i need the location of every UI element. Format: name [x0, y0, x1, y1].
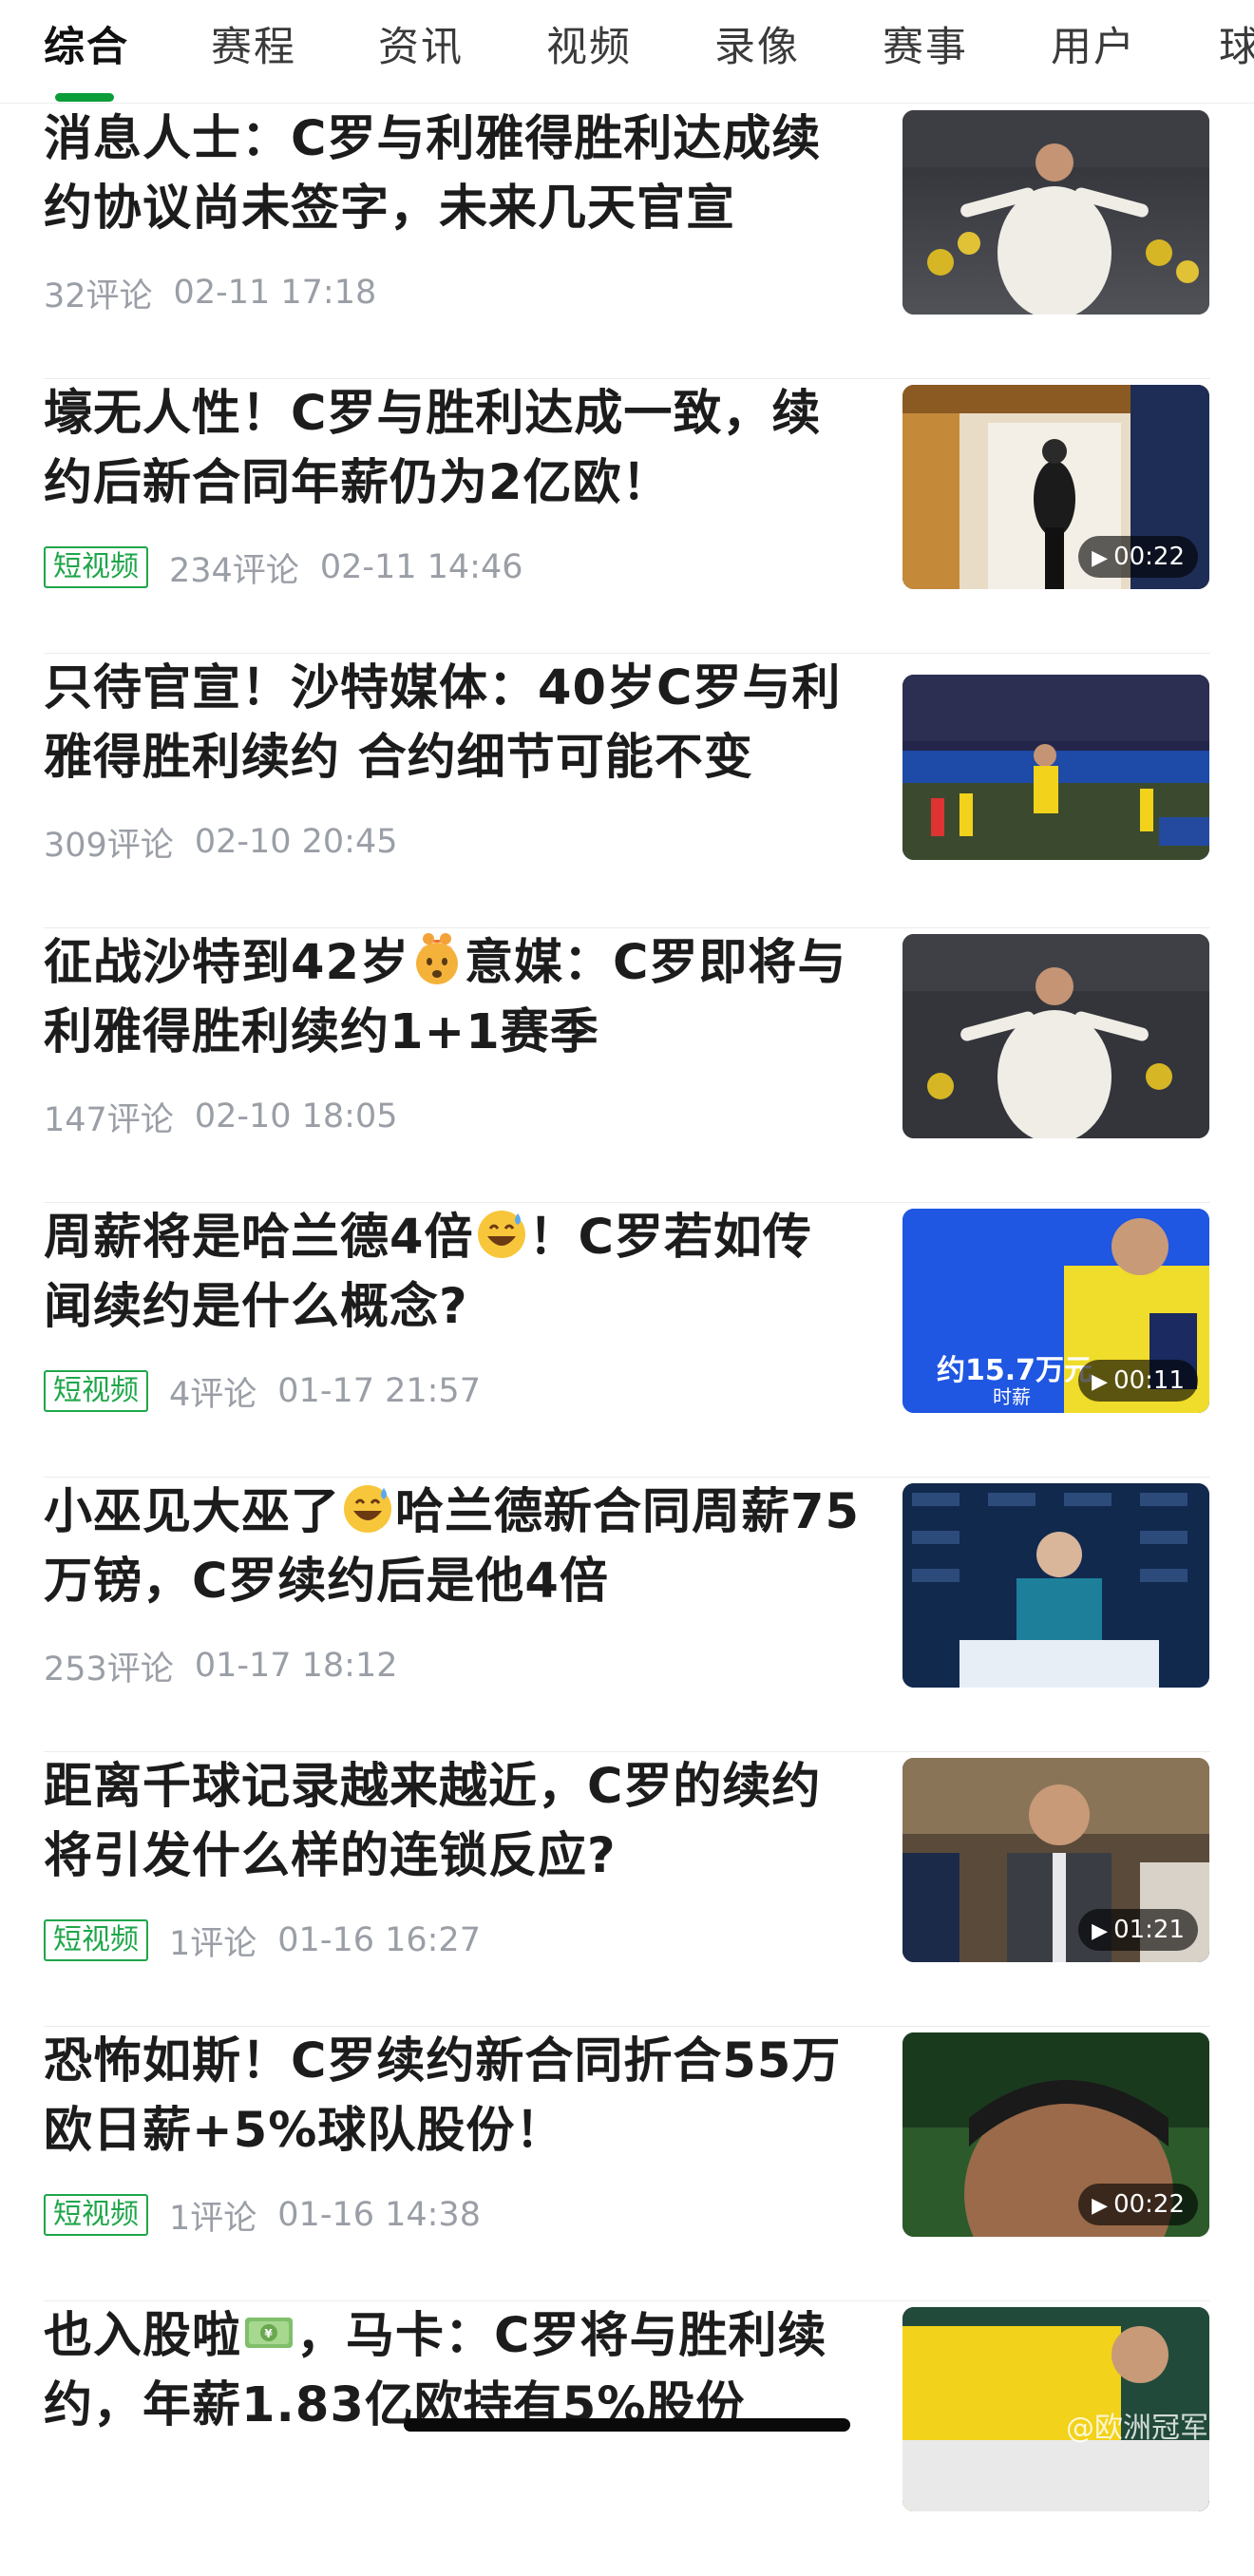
play-icon: ▶ [1092, 1919, 1109, 1943]
duration-text: 01:21 [1113, 1916, 1185, 1944]
news-thumbnail[interactable] [902, 675, 1209, 860]
duration-text: 00:22 [1113, 543, 1185, 571]
short-video-badge: 短视频 [44, 546, 148, 588]
news-item[interactable]: 恐怖如斯！C罗续约新合同折合55万欧日薪+5%球队股份！ 短视频 1评论 01-… [0, 2027, 1254, 2301]
news-title[interactable]: 距离千球记录越来越近，C罗的续约将引发什么样的连锁反应? [44, 1752, 861, 1891]
publish-time: 02-11 14:46 [319, 548, 523, 586]
publish-time: 02-10 18:05 [194, 1097, 398, 1135]
top-tab-bar: 综合 赛程 资讯 视频 录像 赛事 用户 球 [0, 0, 1254, 104]
news-meta: 32评论 02-11 17:18 [44, 272, 377, 315]
svg-text:¥: ¥ [264, 2327, 273, 2340]
play-icon: ▶ [1092, 1370, 1109, 1394]
duration-text: 00:22 [1113, 2190, 1185, 2219]
title-part: 周薪将是哈兰德4倍 [44, 1210, 474, 1266]
news-title[interactable]: 消息人士：C罗与利雅得胜利达成续约协议尚未签字，未来几天官宣 [44, 105, 861, 243]
tab-shipin[interactable]: 视频 [546, 21, 632, 74]
news-meta: 短视频 1评论 01-16 14:38 [44, 2194, 481, 2238]
news-title[interactable]: 只待官宣！沙特媒体：40岁C罗与利雅得胜利续约 合约细节可能不变 [44, 654, 861, 792]
tab-luxiang[interactable]: 录像 [714, 21, 800, 74]
news-title[interactable]: 恐怖如斯！C罗续约新合同折合55万欧日薪+5%球队股份！ [44, 2027, 861, 2166]
comment-count: 1评论 [169, 1924, 257, 1963]
news-title[interactable]: 征战沙特到42岁 意媒：C罗即将与利雅得胜利续约1+1赛季 [44, 928, 861, 1067]
tab-zonghe[interactable]: 综合 [44, 21, 129, 74]
comment-count: 1评论 [169, 2199, 257, 2238]
news-meta: 253评论 01-17 18:12 [44, 1645, 398, 1689]
news-thumbnail[interactable]: ▶ 00:22 [902, 385, 1209, 589]
play-icon: ▶ [1092, 546, 1109, 570]
news-title[interactable]: 周薪将是哈兰德4倍 ！C罗若如传闻续约是什么概念? [44, 1203, 861, 1342]
news-meta: 短视频 4评论 01-17 21:57 [44, 1370, 481, 1414]
comment-count: 147评论 [44, 1100, 174, 1139]
tab-zixun[interactable]: 资讯 [378, 21, 464, 74]
news-item[interactable]: 消息人士：C罗与利雅得胜利达成续约协议尚未签字，未来几天官宣 32评论 02-1… [0, 105, 1254, 379]
news-item[interactable]: 征战沙特到42岁 意媒：C罗即将与利雅得胜利续约1+1赛季 147评论 02-1… [0, 928, 1254, 1203]
watermark: @欧洲冠军杯 [1066, 2412, 1237, 2445]
title-part: 征战沙特到42岁 [44, 935, 409, 991]
exploding-head-icon [415, 933, 458, 984]
video-duration: ▶ 00:11 [1078, 1360, 1198, 1402]
news-item[interactable]: 周薪将是哈兰德4倍 ！C罗若如传闻续约是什么概念? 短视频 4评论 01-17 … [0, 1203, 1254, 1478]
short-video-badge: 短视频 [44, 1370, 148, 1412]
news-item[interactable]: 小巫见大巫了 哈兰德新合同周薪75万镑，C罗续约后是他4倍 253评论 01-1… [0, 1478, 1254, 1752]
news-meta: 309评论 02-10 20:45 [44, 821, 398, 865]
home-indicator[interactable] [404, 2418, 850, 2432]
comment-count: 4评论 [169, 1375, 257, 1414]
money-bag-icon: ¥ [245, 2318, 294, 2348]
news-title[interactable]: 小巫见大巫了 哈兰德新合同周薪75万镑，C罗续约后是他4倍 [44, 1478, 861, 1616]
video-duration: ▶ 00:22 [1078, 536, 1198, 578]
comment-count: 32评论 [44, 277, 153, 315]
comment-count: 234评论 [169, 551, 299, 590]
comment-count: 309评论 [44, 826, 174, 865]
news-title[interactable]: 壕无人性！C罗与胜利达成一致，续约后新合同年薪仍为2亿欧！ [44, 379, 861, 518]
tab-partial[interactable]: 球 [1219, 21, 1254, 74]
publish-time: 02-10 20:45 [194, 823, 398, 861]
news-thumbnail[interactable] [902, 934, 1209, 1138]
tab-saicheng[interactable]: 赛程 [211, 21, 296, 74]
tab-saishi[interactable]: 赛事 [883, 21, 968, 74]
publish-time: 01-17 18:12 [194, 1647, 398, 1685]
news-thumbnail[interactable]: 约15.7万元 时薪 ▶ 00:11 [902, 1209, 1209, 1413]
news-meta: 短视频 1评论 01-16 16:27 [44, 1919, 481, 1963]
publish-time: 01-16 16:27 [277, 1921, 481, 1959]
news-item[interactable]: 壕无人性！C罗与胜利达成一致，续约后新合同年薪仍为2亿欧！ 短视频 234评论 … [0, 379, 1254, 654]
publish-time: 02-11 17:18 [173, 274, 377, 312]
news-thumbnail[interactable] [902, 1483, 1209, 1688]
active-tab-indicator [55, 93, 114, 102]
title-part: 也入股啦 [44, 2308, 242, 2364]
duration-text: 00:11 [1113, 1366, 1185, 1395]
comment-count: 253评论 [44, 1650, 174, 1689]
short-video-badge: 短视频 [44, 1919, 148, 1961]
news-thumbnail[interactable] [902, 110, 1209, 315]
thumb-subcaption: 时薪 [993, 1385, 1031, 1408]
tab-yonghu[interactable]: 用户 [1051, 21, 1136, 74]
news-thumbnail[interactable]: ▶ 00:22 [902, 2032, 1209, 2237]
news-item[interactable]: 只待官宣！沙特媒体：40岁C罗与利雅得胜利续约 合约细节可能不变 309评论 0… [0, 654, 1254, 928]
video-duration: ▶ 00:22 [1078, 2184, 1198, 2225]
publish-time: 01-17 21:57 [277, 1372, 481, 1410]
news-meta: 147评论 02-10 18:05 [44, 1096, 398, 1139]
title-part: 小巫见大巫了 [44, 1484, 341, 1540]
news-meta: 短视频 234评论 02-11 14:46 [44, 546, 523, 590]
news-thumbnail[interactable]: ▶ 01:21 [902, 1758, 1209, 1962]
short-video-badge: 短视频 [44, 2194, 148, 2236]
grinning-sweat-icon [477, 1211, 525, 1258]
video-duration: ▶ 01:21 [1078, 1909, 1198, 1951]
news-item[interactable]: 距离千球记录越来越近，C罗的续约将引发什么样的连锁反应? 短视频 1评论 01-… [0, 1752, 1254, 2027]
play-icon: ▶ [1092, 2194, 1109, 2218]
grinning-sweat-icon [344, 1485, 392, 1533]
publish-time: 01-16 14:38 [277, 2196, 481, 2234]
